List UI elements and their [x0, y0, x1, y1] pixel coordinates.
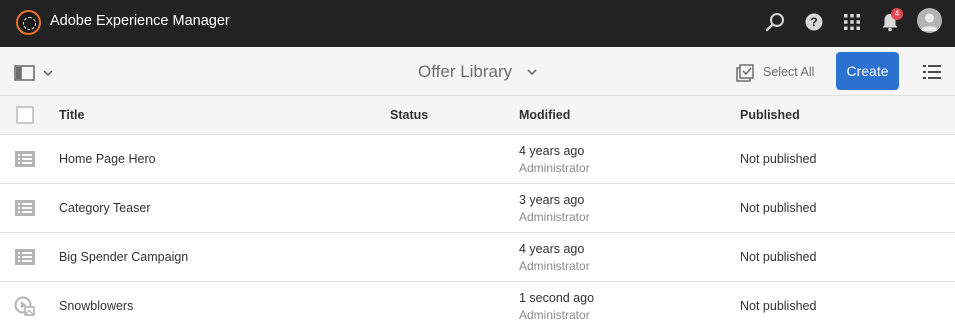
row-published-status: Not published — [740, 299, 817, 313]
table-row[interactable]: Home Page Hero 4 years ago Administrator… — [0, 135, 955, 184]
notification-badge: 4 — [891, 8, 903, 20]
column-header-status[interactable]: Status — [390, 108, 428, 122]
svg-text:?: ? — [810, 15, 817, 29]
shell-header: Adobe Experience Manager ? 4 — [0, 0, 955, 47]
row-published-status: Not published — [740, 152, 817, 166]
select-all-checkbox[interactable] — [16, 106, 34, 124]
row-modified-by: Administrator — [519, 210, 590, 224]
user-avatar-icon[interactable] — [917, 8, 942, 33]
column-header-published[interactable]: Published — [740, 108, 800, 122]
row-modified-by: Administrator — [519, 308, 590, 322]
offer-list-icon — [15, 249, 35, 265]
row-title[interactable]: Category Teaser — [59, 201, 151, 215]
page-title[interactable]: Offer Library — [418, 62, 512, 82]
row-title[interactable]: Home Page Hero — [59, 152, 156, 166]
offer-list-icon — [15, 200, 35, 216]
row-modified-by: Administrator — [519, 259, 590, 273]
create-button[interactable]: Create — [836, 52, 899, 90]
aem-logo-icon[interactable] — [16, 10, 41, 35]
table-row[interactable]: Snowblowers 1 second ago Administrator N… — [0, 282, 955, 328]
chevron-down-icon[interactable] — [526, 66, 538, 78]
row-modified-time: 3 years ago — [519, 193, 585, 207]
select-all-icon — [736, 64, 754, 82]
table-row[interactable]: Big Spender Campaign 4 years ago Adminis… — [0, 233, 955, 282]
table-header: Title Status Modified Published — [0, 96, 955, 135]
action-bar: Offer Library Select All Create — [0, 47, 955, 96]
row-modified-time: 4 years ago — [519, 144, 585, 158]
row-published-status: Not published — [740, 250, 817, 264]
row-title[interactable]: Big Spender Campaign — [59, 250, 188, 264]
list-view-icon[interactable] — [922, 63, 942, 81]
table-row[interactable]: Category Teaser 3 years ago Administrato… — [0, 184, 955, 233]
help-icon[interactable]: ? — [803, 11, 825, 33]
search-icon[interactable] — [764, 11, 786, 33]
row-modified-by: Administrator — [519, 161, 590, 175]
rail-toggle-icon[interactable] — [14, 64, 56, 82]
select-all-button[interactable]: Select All — [736, 64, 814, 82]
row-title[interactable]: Snowblowers — [59, 299, 133, 313]
row-published-status: Not published — [740, 201, 817, 215]
media-offer-icon — [14, 296, 35, 316]
apps-grid-icon[interactable] — [841, 11, 863, 33]
row-modified-time: 4 years ago — [519, 242, 585, 256]
offer-list-icon — [15, 151, 35, 167]
row-modified-time: 1 second ago — [519, 291, 595, 305]
column-header-modified[interactable]: Modified — [519, 108, 570, 122]
app-title[interactable]: Adobe Experience Manager — [50, 13, 230, 29]
column-header-title[interactable]: Title — [59, 108, 84, 122]
select-all-label: Select All — [763, 65, 815, 79]
